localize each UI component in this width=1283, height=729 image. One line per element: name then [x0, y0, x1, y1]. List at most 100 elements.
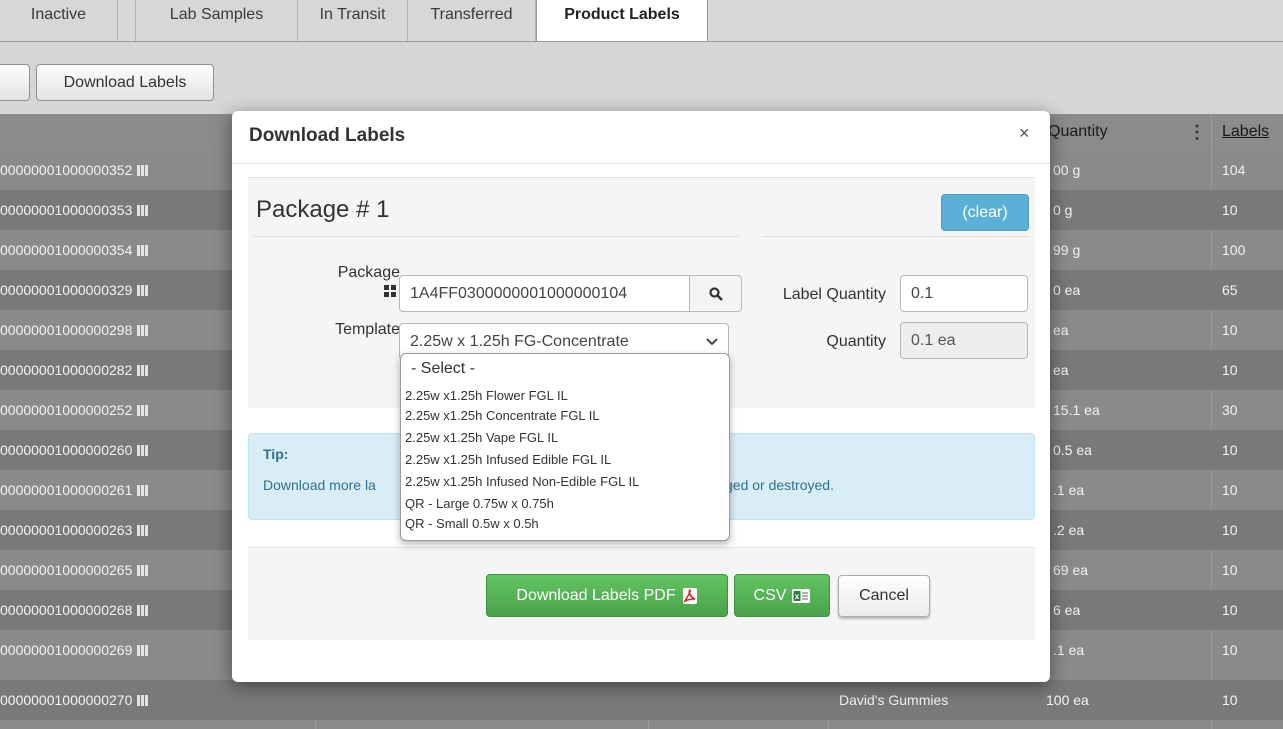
template-option[interactable]: 2.25w x1.25h Concentrate FGL IL — [405, 408, 600, 423]
qr-code-icon[interactable] — [137, 244, 149, 256]
labels-cell: 10 — [1222, 692, 1238, 708]
template-label: Template — [335, 321, 400, 338]
modal-header-divider — [232, 163, 1050, 164]
modal-title: Download Labels — [249, 125, 406, 146]
item-cell: David's Gummies — [839, 692, 949, 708]
clear-button[interactable]: (clear) — [941, 194, 1029, 231]
tip-heading: Tip: — [263, 446, 289, 462]
chevron-down-icon — [706, 338, 718, 346]
qr-code-icon[interactable] — [137, 324, 149, 336]
labels-cell: 10 — [1222, 602, 1238, 618]
package-tag: 00000001000000263 — [0, 522, 133, 538]
quantity-cell: 00 g — [1053, 162, 1081, 178]
quantity-cell: 15.1 ea — [1053, 402, 1100, 418]
template-option[interactable]: 2.25w x1.25h Infused Edible FGL IL — [405, 452, 611, 467]
quantity-cell: 0 g — [1053, 202, 1073, 218]
tab-inactive[interactable]: Inactive — [0, 0, 118, 41]
quantity-cell: 69 ea — [1053, 562, 1089, 578]
template-option[interactable]: 2.25w x1.25h Infused Non-Edible FGL IL — [405, 474, 639, 489]
tip-text-start: Download more la — [263, 477, 376, 493]
package-tag: 00000001000000265 — [0, 562, 133, 578]
labels-cell: 10 — [1222, 202, 1238, 218]
label-quantity-label: Label Quantity — [782, 286, 886, 303]
qr-code-icon[interactable] — [137, 444, 149, 456]
package-tag: 00000001000000354 — [0, 242, 133, 258]
qr-code-icon[interactable] — [137, 284, 149, 296]
qr-code-icon[interactable] — [137, 644, 149, 656]
package-label: Package — [337, 264, 400, 281]
labels-cell: 10 — [1222, 362, 1238, 378]
search-button[interactable] — [690, 275, 742, 312]
qr-code-icon[interactable] — [137, 604, 149, 616]
package-tag: 00000001000000261 — [0, 482, 133, 498]
download-pdf-label: Download Labels PDF — [516, 586, 676, 604]
package-tag: 00000001000000270 — [0, 692, 133, 708]
quantity-cell: 0 ea — [1053, 282, 1081, 298]
grid-icon[interactable] — [384, 284, 396, 297]
toolbar: Download Labels — [0, 42, 1283, 114]
template-option[interactable]: 2.25w x1.25h Flower FGL IL — [405, 388, 568, 403]
template-option[interactable]: QR - Small 0.5w x 0.5h — [405, 516, 539, 531]
labels-cell: 10 — [1222, 642, 1238, 658]
tab-lab-samples[interactable]: Lab Samples — [136, 0, 298, 41]
qr-code-icon[interactable] — [137, 364, 149, 376]
template-option[interactable]: QR - Large 0.75w x 0.75h — [405, 496, 554, 511]
qr-code-icon[interactable] — [137, 694, 149, 706]
quantity-label: Quantity — [826, 333, 886, 350]
tip-text-end: ged or destroyed. — [725, 477, 834, 493]
labels-cell: 100 — [1222, 242, 1246, 258]
labels-cell: 65 — [1222, 282, 1238, 298]
qr-code-icon[interactable] — [137, 204, 149, 216]
package-tag: 00000001000000260 — [0, 442, 133, 458]
package-tag: 00000001000000353 — [0, 202, 133, 218]
download-labels-pdf-button[interactable]: Download Labels PDF — [486, 574, 728, 617]
quantity-cell: .2 ea — [1053, 522, 1085, 538]
quantity-cell: 99 g — [1053, 242, 1081, 258]
quantity-cell: ea — [1053, 362, 1069, 378]
qr-code-icon[interactable] — [137, 484, 149, 496]
csv-label: CSV — [753, 586, 787, 604]
labels-cell: 10 — [1222, 482, 1238, 498]
cancel-button[interactable]: Cancel — [838, 575, 930, 617]
labels-column-header[interactable]: Labels — [1222, 114, 1269, 150]
quantity-cell: 100 ea — [1046, 692, 1089, 708]
qr-code-icon[interactable] — [137, 564, 149, 576]
package-tag: 00000001000000329 — [0, 282, 133, 298]
qr-code-icon[interactable] — [137, 524, 149, 536]
labels-cell: 104 — [1222, 162, 1246, 178]
package-tag: 00000001000000269 — [0, 642, 133, 658]
quantity-cell: .1 ea — [1053, 642, 1085, 658]
csv-button[interactable]: CSV x — [734, 574, 830, 617]
tab-bar: Inactive Lab Samples In Transit Transfer… — [0, 0, 1283, 42]
tab-product-labels[interactable]: Product Labels — [536, 0, 708, 42]
section-divider — [764, 236, 1029, 237]
labels-cell: 10 — [1222, 522, 1238, 538]
quantity-column-header[interactable]: Quantity — [1048, 114, 1108, 150]
svg-text:x: x — [795, 592, 800, 601]
tab-transferred[interactable]: Transferred — [408, 0, 536, 41]
qr-code-icon[interactable] — [137, 164, 149, 176]
labels-cell: 10 — [1222, 562, 1238, 578]
toolbar-button-partial[interactable] — [0, 64, 30, 101]
tab-in-transit[interactable]: In Transit — [298, 0, 408, 41]
close-icon[interactable]: × — [1019, 123, 1030, 144]
template-selected-value: 2.25w x 1.25h FG-Concentrate — [410, 332, 629, 350]
download-labels-toolbar-button[interactable]: Download Labels — [36, 64, 214, 101]
template-option[interactable]: 2.25w x1.25h Vape FGL IL — [405, 430, 558, 445]
search-icon — [708, 286, 723, 301]
package-tag: 00000001000000252 — [0, 402, 133, 418]
tab-spacer — [118, 0, 136, 41]
quantity-cell: ea — [1053, 322, 1069, 338]
template-option-select[interactable]: - Select - — [411, 360, 475, 378]
quantity-cell: .1 ea — [1053, 482, 1085, 498]
section-divider — [254, 236, 739, 237]
package-input[interactable]: 1A4FF0300000001000000104 — [399, 275, 690, 312]
column-menu-icon[interactable]: ⋮ — [1188, 114, 1206, 150]
excel-icon: x — [792, 588, 811, 603]
label-quantity-input[interactable]: 0.1 — [900, 275, 1028, 312]
package-tag: 00000001000000268 — [0, 602, 133, 618]
quantity-cell: 6 ea — [1053, 602, 1081, 618]
qr-code-icon[interactable] — [137, 404, 149, 416]
package-tag: 00000001000000282 — [0, 362, 133, 378]
table-row[interactable]: 00000001000000270 David's Gummies 100 ea… — [0, 680, 1283, 720]
